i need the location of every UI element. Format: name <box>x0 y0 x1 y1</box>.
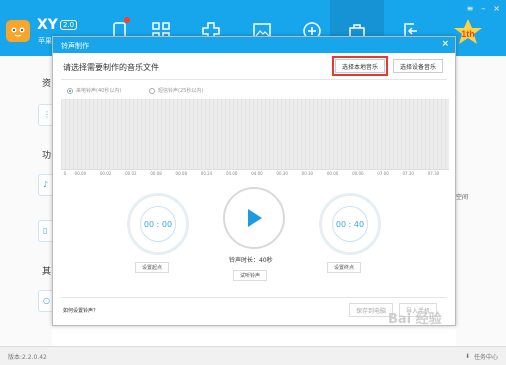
timeline-tick: 00.24 <box>200 171 213 176</box>
timeline-tick: 0 <box>63 171 67 176</box>
close-app-icon[interactable]: × <box>493 4 500 13</box>
save-to-pc-button[interactable]: 保存到电脑 <box>349 303 394 317</box>
radio-selected-icon <box>67 87 73 94</box>
menu-icon[interactable]: ≡ <box>467 4 474 13</box>
chat-icon: ○ <box>43 296 50 305</box>
radio-unselected-icon <box>149 87 155 94</box>
music-icon: ♪ <box>43 180 49 189</box>
timeline-tick: 00.02 <box>99 171 112 176</box>
ringtone-dialog: 铃声制作 × 请选择需要制作的音乐文件 选择本地音乐 选择设备音乐 来电铃声(4… <box>52 36 456 326</box>
timeline-tick: 00.02 <box>125 171 137 176</box>
end-time-display: 00 : 40 <box>332 206 368 242</box>
timeline-tick: 04.00 <box>225 171 238 176</box>
preview-button[interactable]: 试听铃声 <box>233 270 268 281</box>
svg-text:1th: 1th <box>461 29 475 39</box>
notification-dot <box>124 17 130 23</box>
download-icon: ⬇ <box>464 353 470 360</box>
logo-face-icon <box>11 27 25 37</box>
divider <box>61 79 447 80</box>
play-icon <box>248 209 262 227</box>
watermark: Bai 经验 <box>388 312 442 327</box>
timeline-tick: 00.00 <box>326 171 339 176</box>
right-panel-text: 空间 <box>456 194 469 201</box>
minimize-icon[interactable]: – <box>481 4 485 13</box>
timeline-tick: 00.08 <box>150 171 162 176</box>
timeline-tick: 07.30 <box>402 171 414 176</box>
timeline-tick: 00.08 <box>175 171 187 176</box>
app-logo <box>6 20 30 42</box>
background-left-panel: 资 ⋮⋮ 功 ♪ ▯ 其 ○ <box>0 56 59 346</box>
divider <box>61 297 447 298</box>
phone-icon: ▯ <box>43 226 48 235</box>
section-label: 其 <box>42 267 52 277</box>
dialog-titlebar: 铃声制作 × <box>53 37 455 53</box>
dialog-close-icon[interactable]: × <box>441 39 449 49</box>
brand-subtitle: 苹果 <box>38 37 52 45</box>
dialog-title: 铃声制作 <box>61 42 89 50</box>
waveform-area[interactable] <box>61 99 449 169</box>
section-label: 资 <box>42 79 52 89</box>
start-time-display: 00 : 00 <box>140 206 176 242</box>
timeline-tick: 04.00 <box>251 171 263 176</box>
timeline-tick: 07.00 <box>377 171 389 176</box>
window-controls: ≡ – × <box>467 4 500 13</box>
bg-card: ⋮⋮ <box>38 104 59 126</box>
bg-card: ○ <box>38 290 52 312</box>
set-end-button[interactable]: 设置终点 <box>327 262 362 273</box>
status-bar: 版本:2.2.0.42 ⬇ 任务中心 <box>0 346 506 365</box>
radio-call-ringtone[interactable]: 来电铃声(40秒以内) <box>67 87 121 94</box>
bg-card: ♪ <box>38 174 52 196</box>
section-label: 功 <box>42 151 52 161</box>
dialog-subtitle: 请选择需要制作的音乐文件 <box>63 63 159 72</box>
timeline-tick: 00.30 <box>276 171 288 176</box>
timeline-tick: 00.06 <box>352 171 364 176</box>
app-version: 版本:2.2.0.42 <box>8 354 47 361</box>
play-ring[interactable] <box>223 187 285 249</box>
select-local-music-button[interactable]: 选择本地音乐 <box>331 56 389 76</box>
help-link[interactable]: 如何设置铃声？ <box>63 307 98 314</box>
radio-sms-ringtone[interactable]: 短信铃声(25秒以内) <box>149 87 203 94</box>
start-time-ring: 00 : 00 <box>127 193 189 255</box>
set-start-button[interactable]: 设置起点 <box>135 262 170 273</box>
task-center[interactable]: ⬇ 任务中心 <box>465 352 498 361</box>
end-time-ring: 00 : 40 <box>319 193 381 255</box>
radio-label: 来电铃声(40秒以内) <box>76 88 122 94</box>
timeline: 0 00.00 00.02 00.02 00.08 00.08 00.24 04… <box>61 169 449 179</box>
background-right-panel: 空间 <box>456 56 506 346</box>
timeline-tick: 00.00 <box>74 171 87 176</box>
app-brand: XY <box>37 17 58 33</box>
radio-label: 短信铃声(25秒以内) <box>158 88 204 94</box>
timeline-tick: 00.30 <box>301 171 314 176</box>
version-badge: 2.0 <box>60 20 78 30</box>
timeline-tick: 07.30 <box>427 171 440 176</box>
select-device-music-button[interactable]: 选择设备音乐 <box>393 59 444 73</box>
task-center-label: 任务中心 <box>473 354 498 361</box>
bg-card: ▯ <box>38 220 52 242</box>
ringtone-duration: 铃声时长：40秒 <box>229 257 273 264</box>
